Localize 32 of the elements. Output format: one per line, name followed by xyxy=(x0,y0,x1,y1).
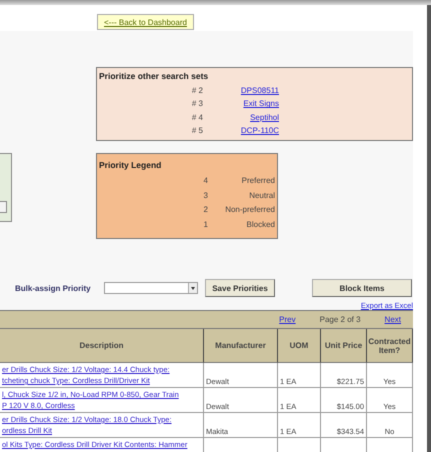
search-set-link[interactable]: Exit Signs xyxy=(203,99,279,108)
bulk-assign-label: Bulk-assign Priority xyxy=(15,284,92,292)
priority-label: Blocked xyxy=(246,220,275,230)
rank-label: # 2 xyxy=(190,86,203,96)
block-items-button[interactable]: Block Items xyxy=(312,279,412,297)
column-header: UOM xyxy=(278,329,321,363)
prev-link[interactable]: Prev xyxy=(279,315,296,324)
priority-value: 1 xyxy=(202,220,209,230)
rank-label: # 5 xyxy=(190,126,203,135)
column-header: Unit Price xyxy=(321,329,367,363)
priority-label: Non-preferred xyxy=(224,205,275,214)
search-set-link[interactable]: DCP-110C xyxy=(203,126,279,135)
panel-title: Prioritize other search sets xyxy=(99,71,210,81)
back-to-dashboard-button[interactable]: <--- Back to Dashboard xyxy=(97,14,194,30)
priority-value: 3 xyxy=(202,190,209,200)
column-header: Contracted Item? xyxy=(367,329,413,363)
priority-label: Preferred xyxy=(240,176,275,185)
search-set-link[interactable]: Septihol xyxy=(203,112,279,122)
rank-label: # 4 xyxy=(190,112,203,122)
next-link[interactable]: Next xyxy=(384,315,401,324)
priority-value: 4 xyxy=(202,176,209,185)
caret-icon[interactable] xyxy=(188,283,197,293)
side-control[interactable] xyxy=(0,201,7,213)
save-priorities-button[interactable]: Save Priorities xyxy=(205,279,275,297)
column-header: Manufacturer xyxy=(204,329,278,363)
legend-title: Priority Legend xyxy=(99,160,162,170)
priority-value: 2 xyxy=(202,205,209,214)
page-indicator: Page 2 of 3 xyxy=(320,315,361,324)
priority-label: Neutral xyxy=(248,190,275,200)
rank-label: # 3 xyxy=(190,99,203,108)
search-set-link[interactable]: DPS08511 xyxy=(203,86,279,96)
column-header: Description xyxy=(0,329,204,363)
